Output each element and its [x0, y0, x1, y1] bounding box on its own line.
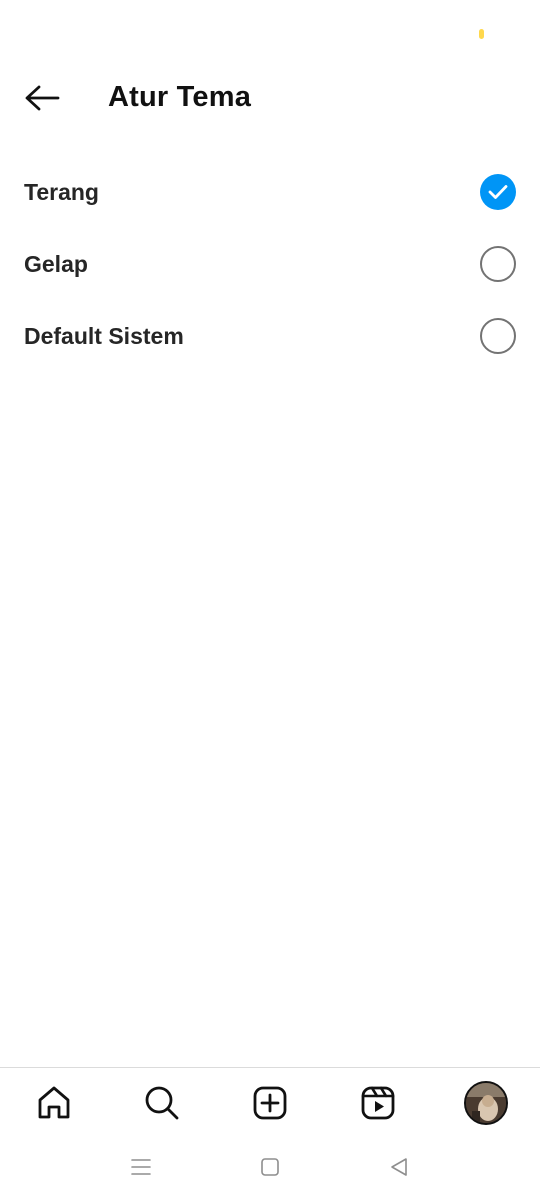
theme-option-gelap[interactable]: Gelap	[0, 228, 540, 300]
radio-button[interactable]	[480, 318, 516, 354]
header: Atur Tema	[0, 60, 540, 134]
page-title: Atur Tema	[108, 81, 252, 113]
home-icon	[38, 1086, 70, 1119]
back-button[interactable]	[18, 74, 66, 122]
avatar-image	[466, 1083, 506, 1123]
radio-button[interactable]	[480, 246, 516, 282]
nav-reels[interactable]	[324, 1068, 432, 1138]
home-system-button[interactable]	[240, 1147, 300, 1187]
bottom-nav-bar	[0, 1067, 540, 1138]
create-post-icon	[253, 1086, 287, 1120]
back-triangle-icon	[391, 1158, 407, 1176]
search-icon	[145, 1086, 179, 1120]
home-square-icon	[261, 1158, 279, 1176]
option-label: Terang	[24, 179, 99, 205]
nav-search[interactable]	[108, 1068, 216, 1138]
option-label: Default Sistem	[24, 323, 184, 349]
theme-options-list: Terang Gelap Default Sistem	[0, 156, 540, 372]
status-bar	[0, 0, 540, 60]
nav-profile[interactable]	[432, 1068, 540, 1138]
reels-icon	[361, 1086, 395, 1120]
checkmark-icon	[488, 185, 508, 199]
recent-apps-icon	[131, 1159, 151, 1175]
system-navigation-bar	[0, 1137, 540, 1200]
arrow-left-icon	[25, 85, 60, 111]
profile-avatar	[464, 1081, 508, 1125]
theme-option-default-sistem[interactable]: Default Sistem	[0, 300, 540, 372]
recent-apps-button[interactable]	[111, 1147, 171, 1187]
option-label: Gelap	[24, 251, 88, 277]
radio-button-checked[interactable]	[480, 174, 516, 210]
nav-create[interactable]	[216, 1068, 324, 1138]
back-system-button[interactable]	[369, 1147, 429, 1187]
status-indicator-dot	[479, 29, 484, 39]
theme-option-terang[interactable]: Terang	[0, 156, 540, 228]
nav-home[interactable]	[0, 1068, 108, 1138]
